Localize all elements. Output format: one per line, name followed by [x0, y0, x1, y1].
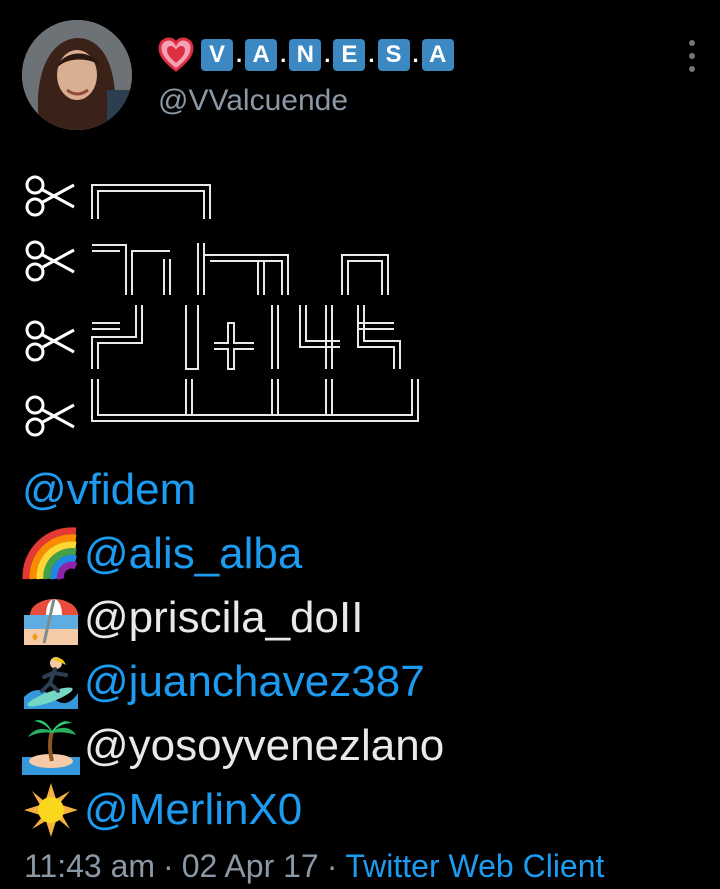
- scissors-icon: [25, 395, 75, 437]
- mention-text[interactable]: @priscila_doII: [84, 596, 363, 640]
- name-separator: .: [368, 42, 375, 67]
- mention-row: @yosoyvenezlano: [22, 714, 444, 778]
- avatar[interactable]: [22, 20, 132, 130]
- scissors-icon: [25, 175, 75, 217]
- more-options-icon[interactable]: [682, 40, 702, 72]
- scissors-icon: [25, 240, 75, 282]
- mention-row: @MerlinX0: [22, 778, 444, 842]
- mention-row: @alis_alba: [22, 522, 444, 586]
- name-letter: A: [421, 39, 454, 71]
- name-separator: .: [324, 42, 331, 67]
- rainbow-icon: [22, 527, 78, 580]
- mention-link[interactable]: @vfidem: [22, 468, 196, 512]
- mention-list: @vfidem @alis_alba @priscila_doII @juanc…: [22, 458, 444, 842]
- footer-separator: ·: [163, 848, 174, 884]
- heart-icon: [158, 37, 194, 72]
- mention-link[interactable]: @alis_alba: [84, 532, 302, 576]
- name-separator: .: [236, 42, 243, 67]
- sun-icon: [24, 783, 78, 837]
- tweet-time[interactable]: 11:43 am: [24, 848, 155, 884]
- name-letter: A: [245, 39, 278, 71]
- mention-text[interactable]: @yosoyvenezlano: [84, 724, 444, 768]
- avatar-photo: [22, 20, 132, 130]
- footer-separator: ·: [326, 848, 338, 884]
- beach-umbrella-icon: [24, 598, 78, 645]
- mention-link[interactable]: @MerlinX0: [84, 788, 302, 832]
- more-dot: [689, 66, 695, 72]
- name-separator: .: [280, 42, 287, 67]
- scissors-icon: [25, 320, 75, 362]
- mention-row: @vfidem: [22, 458, 444, 522]
- tweet-footer: 11:43 am · 02 Apr 17 · Twitter Web Client: [24, 848, 604, 885]
- name-letter: S: [377, 39, 410, 71]
- user-handle[interactable]: @VValcuende: [158, 84, 348, 118]
- tweet-date[interactable]: 02 Apr 17: [182, 848, 319, 884]
- display-name[interactable]: V . A . N . E . S . A: [158, 34, 455, 76]
- more-dot: [689, 40, 695, 46]
- woman-surfing-icon: [24, 657, 78, 709]
- tweet-header: V . A . N . E . S . A @VValcuende: [22, 20, 702, 135]
- more-dot: [689, 53, 695, 59]
- mention-row: @juanchavez387: [22, 650, 444, 714]
- name-letter: E: [333, 39, 366, 71]
- mention-row: @priscila_doII: [22, 586, 444, 650]
- name-letters: V . A . N . E . S . A: [200, 39, 455, 71]
- desert-island-icon: [22, 720, 80, 775]
- name-letter: V: [201, 39, 233, 71]
- name-letter: N: [289, 39, 322, 71]
- box-drawing-art: [91, 184, 419, 422]
- name-separator: .: [412, 42, 419, 67]
- ascii-art-block: [22, 175, 442, 437]
- mention-link[interactable]: @juanchavez387: [84, 660, 425, 704]
- client-link[interactable]: Twitter Web Client: [345, 848, 604, 884]
